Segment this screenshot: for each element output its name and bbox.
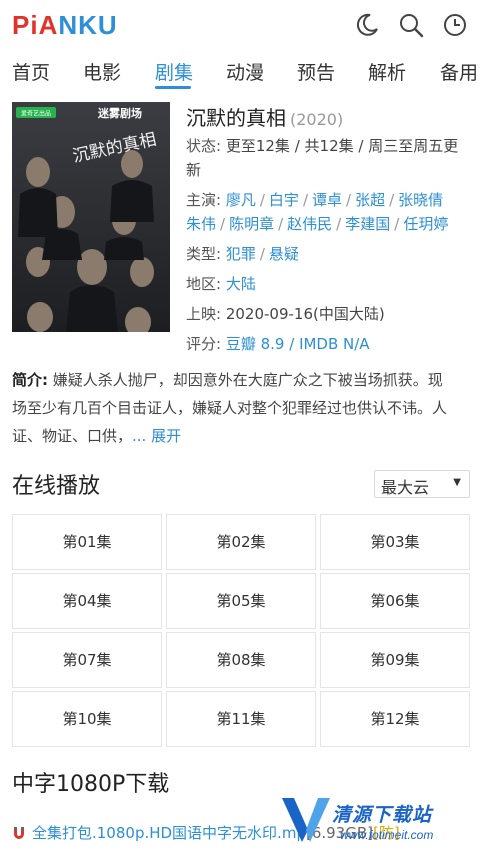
imdb-rating-link[interactable]: IMDB N/A — [299, 335, 370, 353]
cast-link[interactable]: 谭卓 — [312, 191, 342, 209]
nav-tabs: 首页 电影 剧集 动漫 预告 解析 备用 — [0, 52, 480, 92]
episode-button[interactable]: 第04集 — [12, 573, 162, 629]
synopsis-text: 证、物证、口供， — [12, 427, 133, 445]
episode-button[interactable]: 第06集 — [320, 573, 470, 629]
source-select[interactable]: 最大云 ▼ — [374, 470, 470, 498]
cast-link[interactable]: 赵伟民 — [287, 215, 332, 233]
poster-art: 爱奇艺出品 迷雾剧场 沉默的真相 — [12, 102, 170, 332]
cast-link[interactable]: 李建国 — [345, 215, 390, 233]
episode-button[interactable]: 第05集 — [166, 573, 316, 629]
rating-row: 评分: 豆瓣 8.9 / IMDB N/A — [186, 332, 370, 356]
tab-analysis[interactable]: 解析 — [368, 58, 406, 85]
genre-row: 类型: 犯罪 / 悬疑 — [186, 245, 299, 263]
tab-trailers[interactable]: 预告 — [297, 58, 335, 85]
region-label: 地区: — [186, 275, 222, 293]
status-row-cont: 新 — [186, 158, 201, 182]
status-value-cont: 新 — [186, 161, 202, 179]
dropdown-caret-icon: ▼ — [453, 477, 461, 488]
rating-separator: / — [284, 335, 300, 353]
watermark-title: 清源下载站 — [332, 804, 433, 826]
tab-movies[interactable]: 电影 — [83, 58, 121, 85]
douban-rating-link[interactable]: 豆瓣 8.9 — [226, 335, 285, 353]
poster-studio: 迷雾剧场 — [97, 106, 142, 120]
download-file-link[interactable]: 全集打包.1080p.HD国语中字无水印.mp — [32, 824, 306, 842]
cast-link[interactable]: 陈明章 — [229, 215, 274, 233]
episode-button[interactable]: 第11集 — [166, 691, 316, 747]
release-label: 上映: — [186, 305, 222, 323]
episode-button[interactable]: 第12集 — [320, 691, 470, 747]
active-tab-indicator — [155, 86, 191, 89]
synopsis-text: 嫌疑人杀人抛尸，却因意外在大庭广众之下被当场抓获。现 — [52, 371, 443, 389]
episode-button[interactable]: 第01集 — [12, 514, 162, 570]
cast-link[interactable]: 张超 — [355, 191, 385, 209]
site-logo[interactable]: PiANKU — [12, 10, 118, 41]
episode-button[interactable]: 第07集 — [12, 632, 162, 688]
play-section-title: 在线播放 — [12, 474, 101, 499]
genre-link[interactable]: 犯罪 — [226, 245, 256, 263]
watermark-url: www.fotimeit.com — [340, 828, 434, 842]
episode-button[interactable]: 第03集 — [320, 514, 470, 570]
movie-title: 沉默的真相 (2020) — [186, 102, 343, 131]
cast-row: 主演: 廖凡 / 白宇 / 谭卓 / 张超 / 张晓倩 — [186, 191, 444, 209]
magnet-icon — [14, 827, 24, 839]
logo-text-red: PiA — [12, 10, 59, 40]
genre-label: 类型: — [186, 245, 222, 263]
tab-backup[interactable]: 备用 — [440, 58, 478, 85]
tab-home[interactable]: 首页 — [12, 58, 50, 85]
poster-image[interactable]: 爱奇艺出品 迷雾剧场 沉默的真相 — [12, 102, 170, 332]
region-link[interactable]: 大陆 — [226, 275, 256, 293]
expand-synopsis-link[interactable]: ... 展开 — [132, 427, 181, 445]
logo-text-blue: NKU — [58, 10, 118, 40]
release-row: 上映: 2020-09-16(中国大陆) — [186, 302, 385, 326]
synopsis-text: 场至少有几百个目击证人，嫌疑人对整个犯罪经过也供认不讳。人 — [12, 399, 448, 417]
poster-badge: 爱奇艺出品 — [21, 110, 51, 118]
search-icon[interactable] — [398, 12, 424, 38]
genre-link[interactable]: 悬疑 — [269, 245, 299, 263]
release-value: 2020-09-16(中国大陆) — [225, 305, 385, 323]
app-header: PiANKU — [0, 0, 480, 50]
synopsis: 简介: 嫌疑人杀人抛尸，却因意外在大庭广众之下被当场抓获。现 场至少有几百个目击… — [12, 366, 468, 450]
status-value: 更至12集 / 共12集 / 周三至周五更 — [225, 137, 459, 155]
episode-button[interactable]: 第10集 — [12, 691, 162, 747]
cast-link[interactable]: 任玥婷 — [403, 215, 448, 233]
movie-title-text: 沉默的真相 — [186, 106, 286, 130]
cast-link[interactable]: 张晓倩 — [398, 191, 443, 209]
status-label: 状态: — [186, 137, 222, 155]
episode-button[interactable]: 第08集 — [166, 632, 316, 688]
site-watermark: 清源下载站 www.fotimeit.com — [276, 788, 476, 852]
tab-anime[interactable]: 动漫 — [226, 58, 264, 85]
region-row: 地区: 大陆 — [186, 272, 256, 296]
cast-link[interactable]: 朱伟 — [186, 215, 216, 233]
cast-label: 主演: — [186, 191, 222, 209]
synopsis-label: 简介: — [12, 371, 48, 389]
episode-button[interactable]: 第02集 — [166, 514, 316, 570]
source-select-value: 最大云 — [381, 478, 430, 497]
rating-label: 评分: — [186, 335, 222, 353]
episode-button[interactable]: 第09集 — [320, 632, 470, 688]
download-section-title: 中字1080P下载 — [12, 772, 170, 797]
cast-link[interactable]: 白宇 — [269, 191, 299, 209]
clock-icon[interactable] — [442, 12, 468, 38]
tab-series[interactable]: 剧集 — [155, 58, 193, 85]
watermark-logo-icon — [282, 798, 330, 842]
cast-row-cont: 朱伟 / 陈明章 / 赵伟民 / 李建国 / 任玥婷 — [186, 215, 449, 233]
status-row: 状态: 更至12集 / 共12集 / 周三至周五更 — [186, 134, 458, 158]
moon-icon[interactable] — [354, 12, 380, 38]
cast-link[interactable]: 廖凡 — [226, 191, 256, 209]
movie-year: (2020) — [290, 110, 344, 129]
